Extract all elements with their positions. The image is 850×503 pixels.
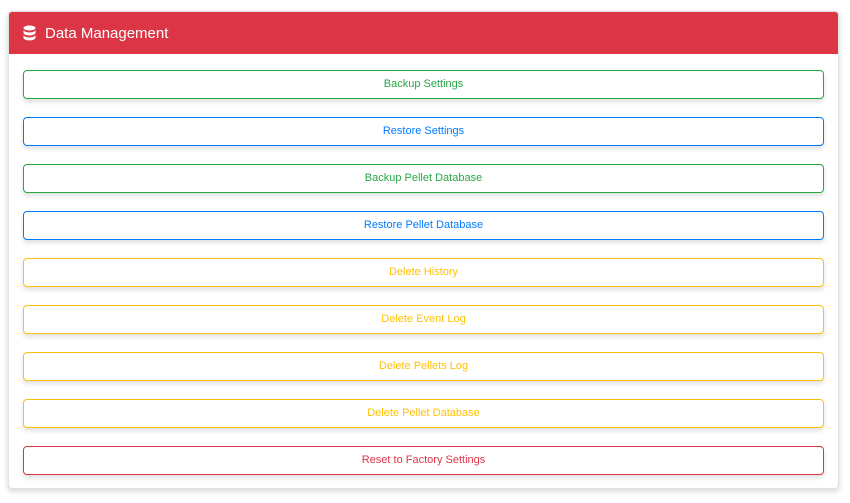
- reset-factory-settings-button[interactable]: Reset to Factory Settings: [23, 446, 824, 475]
- card-body: Backup Settings Restore Settings Backup …: [9, 54, 838, 475]
- delete-pellet-database-button[interactable]: Delete Pellet Database: [23, 399, 824, 428]
- delete-event-log-button[interactable]: Delete Event Log: [23, 305, 824, 334]
- backup-pellet-database-button[interactable]: Backup Pellet Database: [23, 164, 824, 193]
- delete-pellets-log-button[interactable]: Delete Pellets Log: [23, 352, 824, 381]
- backup-settings-button[interactable]: Backup Settings: [23, 70, 824, 99]
- card-title: Data Management: [45, 24, 169, 42]
- card-header: Data Management: [9, 12, 838, 54]
- delete-history-button[interactable]: Delete History: [23, 258, 824, 287]
- restore-pellet-database-button[interactable]: Restore Pellet Database: [23, 211, 824, 240]
- restore-settings-button[interactable]: Restore Settings: [23, 117, 824, 146]
- database-icon: [23, 25, 36, 41]
- data-management-card: Data Management Backup Settings Restore …: [8, 11, 839, 489]
